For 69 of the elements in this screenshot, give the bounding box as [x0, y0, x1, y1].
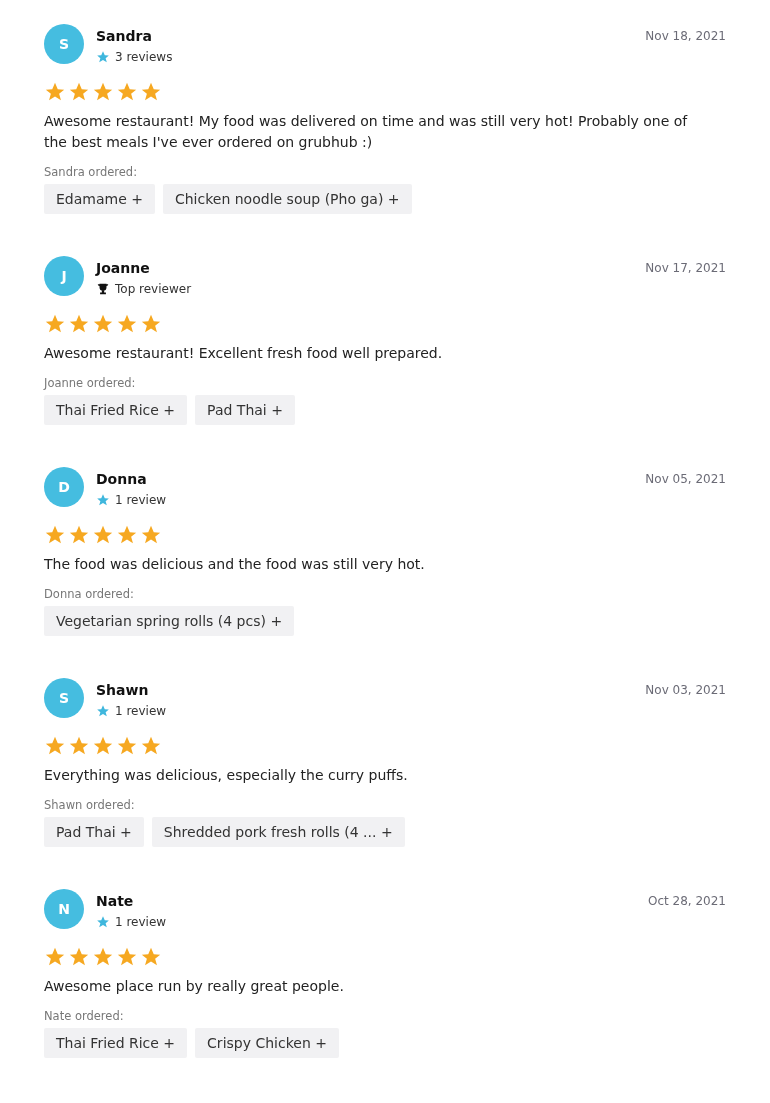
review-count-label: 1 review: [115, 704, 167, 718]
review-text: Awesome restaurant! My food was delivered on time and was still very hot! Probably one of the best meals I've ever ordered on grubhub :): [44, 112, 689, 152]
star-icon: [44, 313, 66, 335]
star-icon: [68, 313, 90, 335]
menu-item-button[interactable]: Pad Thai +: [44, 817, 144, 847]
reviewer-name: Donna: [96, 471, 148, 487]
ordered-label: Sandra ordered:: [44, 165, 138, 179]
ordered-label: Joanne ordered:: [44, 376, 136, 390]
avatar: S: [44, 678, 84, 718]
star-icon: [44, 81, 66, 103]
menu-item-button[interactable]: Shredded pork fresh rolls (4 ... +: [151, 817, 405, 847]
star-icon: [96, 50, 110, 64]
menu-item-button[interactable]: Thai Fried Rice +: [44, 395, 188, 425]
star-icon: [92, 81, 114, 103]
reviewer-name: Shawn: [96, 682, 150, 698]
menu-item-button[interactable]: Vegetarian spring rolls (4 pcs) +: [44, 606, 295, 636]
star-icon: [140, 524, 162, 546]
trophy-icon: [96, 282, 110, 296]
star-icon: [140, 313, 162, 335]
avatar: J: [44, 256, 84, 296]
review-date: Nov 05, 2021: [645, 472, 726, 486]
ordered-label: Donna ordered:: [44, 587, 134, 601]
review-text: Awesome restaurant! Excellent fresh food well prepared.: [44, 344, 444, 363]
star-icon: [68, 946, 90, 968]
star-icon: [68, 524, 90, 546]
star-icon: [116, 524, 138, 546]
star-icon: [140, 81, 162, 103]
star-icon: [92, 946, 114, 968]
ordered-label: Nate ordered:: [44, 1009, 124, 1023]
avatar: D: [44, 467, 84, 507]
review-text: Everything was delicious, especially the curry puffs.: [44, 766, 409, 785]
review-date: Nov 03, 2021: [645, 683, 726, 697]
review-text: Awesome place run by really great people.: [44, 977, 345, 996]
avatar: N: [44, 889, 84, 929]
review-count-label: 3 reviews: [115, 50, 173, 64]
review-date: Nov 18, 2021: [645, 29, 726, 43]
star-icon: [116, 735, 138, 757]
star-icon: [92, 313, 114, 335]
star-icon: [68, 735, 90, 757]
star-icon: [116, 946, 138, 968]
star-icon: [44, 524, 66, 546]
review-count-label: 1 review: [115, 915, 167, 929]
star-icon: [140, 735, 162, 757]
review-count-label: 1 review: [115, 493, 167, 507]
star-icon: [68, 81, 90, 103]
star-icon: [44, 946, 66, 968]
review-date: Nov 17, 2021: [645, 261, 726, 275]
star-icon: [92, 735, 114, 757]
star-icon: [96, 493, 110, 507]
star-icon: [116, 81, 138, 103]
star-icon: [116, 313, 138, 335]
menu-item-button[interactable]: Chicken noodle soup (Pho ga) +: [162, 184, 412, 214]
star-icon: [96, 915, 110, 929]
avatar: S: [44, 24, 84, 64]
star-icon: [140, 946, 162, 968]
review-date: Oct 28, 2021: [648, 894, 726, 908]
star-icon: [44, 735, 66, 757]
review-text: The food was delicious and the food was still very hot.: [44, 555, 426, 574]
ordered-label: Shawn ordered:: [44, 798, 135, 812]
review-count-label: Top reviewer: [115, 282, 192, 296]
reviewer-name: Joanne: [96, 260, 151, 276]
star-icon: [92, 524, 114, 546]
reviewer-name: Sandra: [96, 28, 153, 44]
menu-item-button[interactable]: Crispy Chicken +: [195, 1028, 339, 1058]
menu-item-button[interactable]: Pad Thai +: [195, 395, 295, 425]
menu-item-button[interactable]: Thai Fried Rice +: [44, 1028, 188, 1058]
menu-item-button[interactable]: Edamame +: [44, 184, 155, 214]
reviewer-name: Nate: [96, 893, 135, 909]
star-icon: [96, 704, 110, 718]
